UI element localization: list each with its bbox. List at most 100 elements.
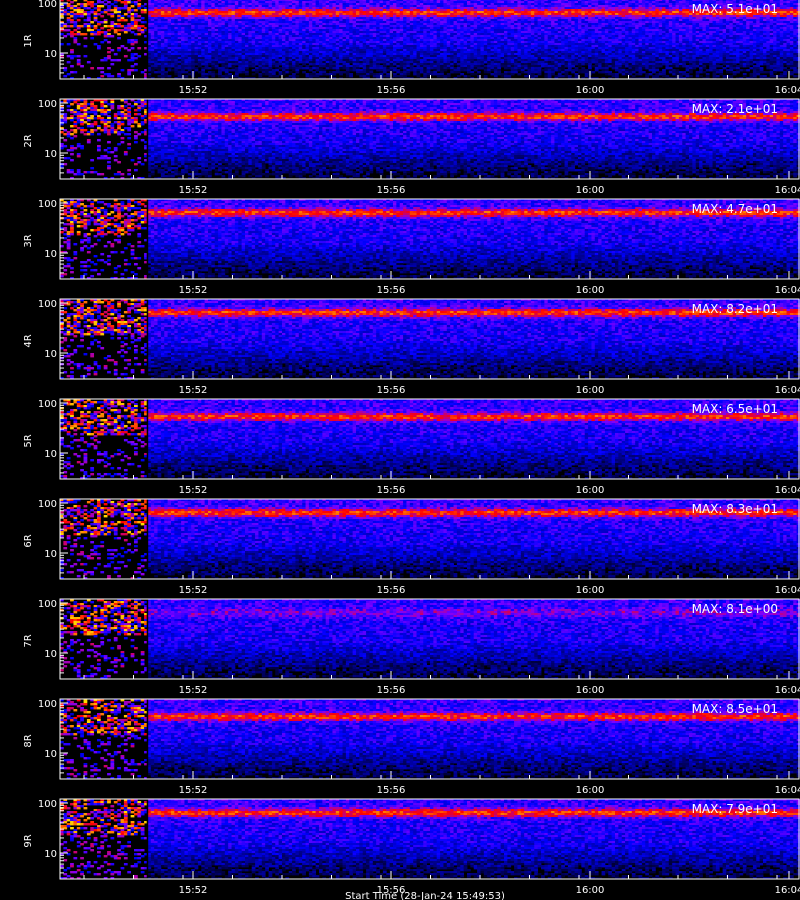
heatmap-cell bbox=[90, 67, 94, 69]
heatmap-cell bbox=[84, 45, 88, 47]
heatmap-cell bbox=[110, 9, 114, 11]
heatmap-cell bbox=[380, 61, 384, 63]
heatmap-cell bbox=[87, 7, 91, 9]
heatmap-cell bbox=[134, 9, 138, 11]
heatmap-cell bbox=[198, 65, 202, 67]
heatmap-cell bbox=[292, 69, 296, 71]
heatmap-cell bbox=[63, 75, 67, 77]
heatmap-cell bbox=[154, 67, 158, 69]
heatmap-cell bbox=[121, 1, 125, 3]
heatmap-cell bbox=[60, 43, 64, 45]
heatmap-cell bbox=[275, 69, 279, 71]
heatmap-cell bbox=[84, 25, 88, 27]
heatmap-cell bbox=[208, 67, 212, 69]
heatmap-cell bbox=[107, 57, 111, 59]
heatmap-cell bbox=[134, 63, 138, 65]
heatmap-cell bbox=[80, 25, 84, 27]
heatmap-cell bbox=[242, 71, 246, 73]
heatmap-cell bbox=[90, 5, 94, 7]
heatmap-cell bbox=[107, 41, 111, 43]
heatmap-cell bbox=[77, 27, 81, 29]
heatmap-cell bbox=[90, 21, 94, 23]
heatmap-cell bbox=[269, 75, 273, 77]
heatmap-cell bbox=[90, 25, 94, 27]
heatmap-cell bbox=[114, 53, 118, 55]
heatmap-cell bbox=[114, 25, 118, 27]
heatmap-cell bbox=[110, 63, 114, 65]
heatmap-cell bbox=[73, 71, 77, 73]
heatmap-cell bbox=[195, 69, 199, 71]
heatmap-cell bbox=[349, 69, 353, 71]
heatmap-cell bbox=[104, 0, 108, 1]
heatmap-cell bbox=[359, 75, 363, 77]
heatmap-cell bbox=[235, 63, 239, 65]
heatmap-cell bbox=[97, 33, 101, 35]
heatmap-cell bbox=[322, 73, 326, 75]
heatmap-cell bbox=[295, 75, 299, 77]
heatmap-cell bbox=[137, 19, 141, 21]
heatmap-cell bbox=[349, 61, 353, 63]
heatmap-cell bbox=[396, 71, 400, 73]
heatmap-cell bbox=[346, 75, 350, 77]
heatmap-cell bbox=[114, 59, 118, 61]
heatmap-cell bbox=[218, 61, 222, 63]
heatmap-cell bbox=[67, 0, 71, 1]
heatmap-cell bbox=[131, 65, 135, 67]
heatmap-cell bbox=[258, 69, 262, 71]
heatmap-cell bbox=[67, 29, 71, 31]
heatmap-cell bbox=[107, 29, 111, 31]
heatmap-cell bbox=[201, 63, 205, 65]
heatmap-cell bbox=[100, 21, 104, 23]
heatmap-cell bbox=[141, 25, 145, 27]
heatmap-cell bbox=[110, 35, 114, 37]
heatmap-cell bbox=[218, 75, 222, 77]
heatmap-cell bbox=[359, 65, 363, 67]
heatmap-cell bbox=[97, 1, 101, 3]
heatmap-cell bbox=[97, 9, 101, 11]
heatmap-cell bbox=[70, 57, 74, 59]
heatmap-cell bbox=[87, 29, 91, 31]
heatmap-cell bbox=[70, 1, 74, 3]
heatmap-cell bbox=[134, 27, 138, 29]
heatmap-cell bbox=[306, 61, 310, 63]
heatmap-cell bbox=[104, 73, 108, 75]
heatmap-cell bbox=[356, 73, 360, 75]
heatmap-cell bbox=[134, 57, 138, 59]
heatmap-cell bbox=[343, 71, 347, 73]
heatmap-cell bbox=[100, 11, 104, 13]
heatmap-cell bbox=[188, 69, 192, 71]
heatmap-cell bbox=[198, 71, 202, 73]
heatmap-cell bbox=[131, 69, 135, 71]
heatmap-cell bbox=[121, 25, 125, 27]
heatmap-cell bbox=[104, 39, 108, 41]
heatmap-cell bbox=[121, 29, 125, 31]
heatmap-cell bbox=[131, 43, 135, 45]
heatmap-cell bbox=[141, 5, 145, 7]
heatmap-cell bbox=[302, 71, 306, 73]
heatmap-cell bbox=[77, 55, 81, 57]
heatmap-cell bbox=[104, 11, 108, 13]
heatmap-cell bbox=[383, 71, 387, 73]
heatmap-cell bbox=[295, 71, 299, 73]
heatmap-cell bbox=[80, 33, 84, 35]
heatmap-cell bbox=[447, 75, 451, 77]
heatmap-cell bbox=[430, 67, 434, 69]
heatmap-cell bbox=[141, 21, 145, 23]
heatmap-cell bbox=[117, 0, 121, 1]
heatmap-cell bbox=[396, 75, 400, 77]
heatmap-cell bbox=[104, 35, 108, 37]
heatmap-cell bbox=[70, 71, 74, 73]
heatmap-cell bbox=[134, 69, 138, 71]
heatmap-cell bbox=[427, 75, 431, 77]
heatmap-cell bbox=[117, 33, 121, 35]
heatmap-cell bbox=[184, 71, 188, 73]
heatmap-cell bbox=[100, 75, 104, 77]
heatmap-cell bbox=[70, 35, 74, 37]
heatmap-cell bbox=[134, 33, 138, 35]
heatmap-cell bbox=[393, 75, 397, 77]
heatmap-cell bbox=[127, 29, 131, 31]
heatmap-cell bbox=[282, 73, 286, 75]
heatmap-cell bbox=[131, 47, 135, 49]
heatmap-cell bbox=[107, 47, 111, 49]
heatmap-cell bbox=[279, 67, 283, 69]
